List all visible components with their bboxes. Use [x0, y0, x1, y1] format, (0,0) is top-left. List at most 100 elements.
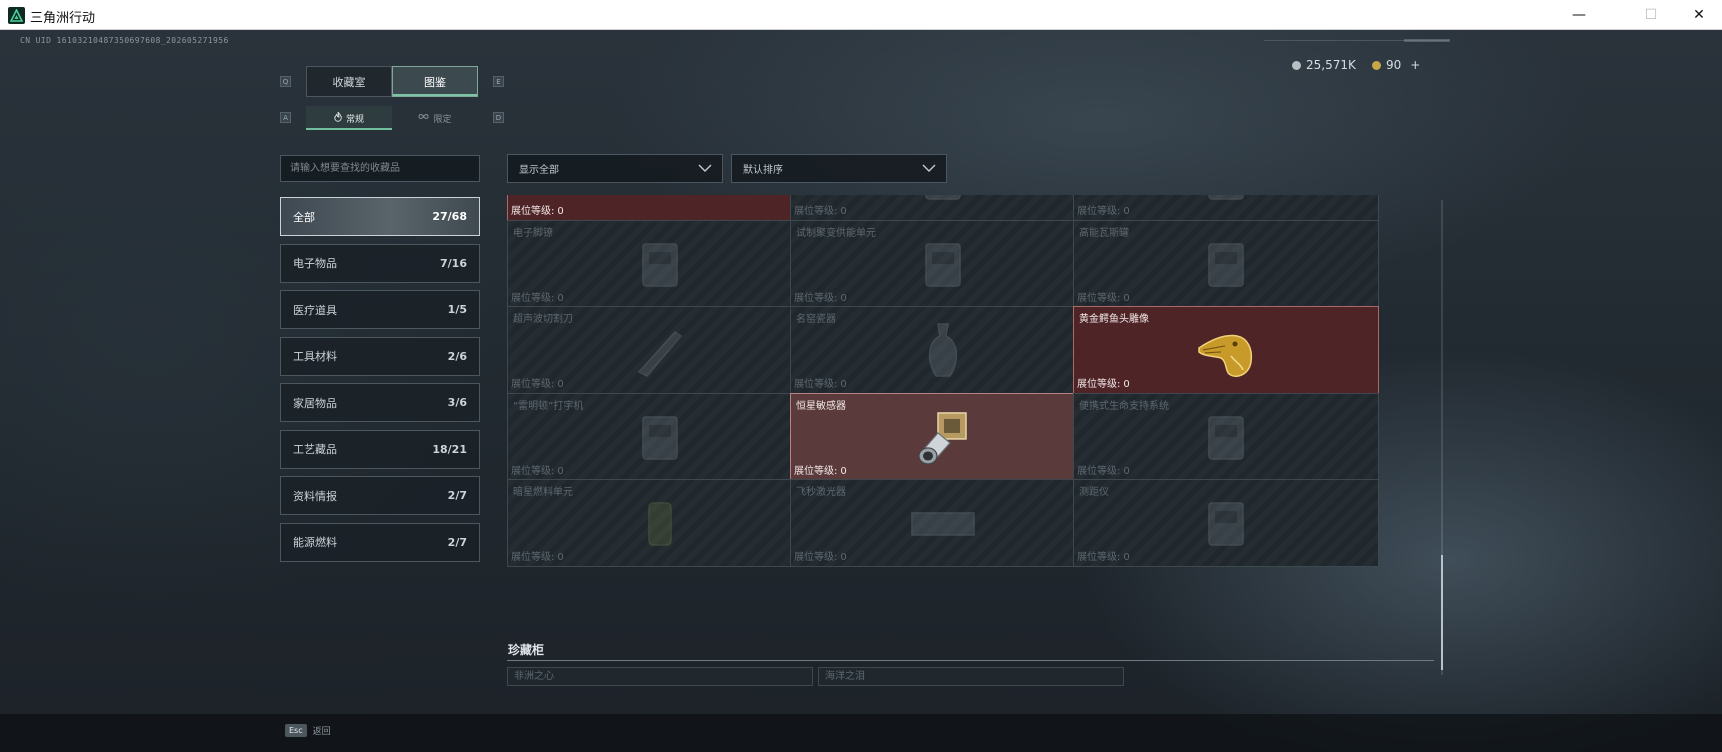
level-value: 0	[1123, 206, 1130, 217]
cabinet-item[interactable]: 非洲之心	[507, 667, 813, 686]
level-value: 0	[1123, 465, 1130, 477]
gold-crocodile-icon	[1191, 316, 1261, 390]
collection-item-card[interactable]: 便携式生命支持系统 展位等级: 0	[1073, 392, 1379, 481]
cabinet-item[interactable]: 海洋之泪	[818, 667, 1124, 686]
fuel-cell-icon	[625, 489, 695, 563]
close-button[interactable]: ✕	[1676, 0, 1722, 30]
typewriter-icon	[625, 402, 695, 476]
back-button[interactable]: Esc 返回	[285, 724, 331, 737]
filter-show-dropdown[interactable]: 显示全部	[507, 154, 723, 183]
porcelain-vase-icon	[908, 316, 978, 390]
collection-item-card[interactable]: 试制聚变供能单元 展位等级: 0	[790, 219, 1096, 308]
window-titlebar: 三角洲行动 — ☐ ✕	[0, 0, 1722, 30]
back-label: 返回	[312, 727, 331, 737]
tab-catalog[interactable]: 图鉴	[392, 66, 478, 97]
level-label: 展位等级:	[794, 465, 838, 477]
collection-item-card[interactable]: 展位等级: 0	[790, 195, 1096, 221]
gold-amount: 90	[1386, 58, 1402, 72]
category-count: 7/16	[440, 256, 467, 270]
app-logo-icon	[8, 7, 25, 24]
bottom-bar	[0, 714, 1722, 752]
tab-key-e: E	[493, 76, 504, 87]
device-icon	[1191, 195, 1261, 217]
subtab-regular[interactable]: 常规	[306, 106, 392, 130]
collection-item-card[interactable]: 暗星燃料单元 展位等级: 0	[507, 479, 813, 567]
category-item[interactable]: 能源燃料 2/7	[280, 522, 480, 562]
silver-coin-icon	[1292, 60, 1301, 70]
fusion-unit-icon	[908, 229, 978, 303]
item-name: 飞秒激光器	[796, 487, 846, 498]
subtab-limited[interactable]: 限定	[392, 106, 478, 130]
subtab-regular-label: 常规	[345, 114, 364, 125]
category-item[interactable]: 资料情报 2/7	[280, 476, 480, 515]
collection-item-card[interactable]: 测距仪 展位等级: 0	[1073, 479, 1379, 567]
category-label: 医疗道具	[293, 303, 337, 317]
collection-item-card[interactable]: 展位等级: 0	[1073, 195, 1379, 221]
gold-currency[interactable]: 90 +	[1372, 58, 1420, 72]
collection-item-card[interactable]: “雷明顿”打字机 展位等级: 0	[507, 392, 813, 481]
ultrasonic-knife-icon	[625, 316, 695, 390]
level-label: 展位等级:	[511, 465, 555, 477]
collection-item-card[interactable]: 黄金鳄鱼头雕像 展位等级: 0	[1073, 306, 1379, 394]
category-count: 2/7	[447, 535, 467, 549]
level-label: 展位等级:	[1077, 465, 1121, 477]
level-label: 展位等级:	[511, 292, 555, 304]
collection-item-card[interactable]: 飞秒激光器展位等级: 0	[790, 479, 1096, 567]
category-item[interactable]: 工具材料 2/6	[280, 336, 480, 376]
category-item[interactable]: 医疗道具 1/5	[280, 290, 480, 329]
sort-dropdown[interactable]: 默认排序	[731, 154, 947, 183]
rangefinder-icon	[1191, 489, 1261, 563]
item-level: 展位等级: 0	[794, 289, 847, 304]
item-name: 高能瓦斯罐	[1079, 227, 1129, 239]
flame-icon	[334, 110, 342, 125]
item-name: 电子脚镣	[513, 227, 553, 239]
item-level: 展位等级: 0	[511, 462, 564, 477]
category-count: 18/21	[432, 442, 467, 456]
item-level: 展位等级: 0	[794, 548, 847, 563]
collection-item-card[interactable]: 电子脚镣 展位等级: 0	[507, 219, 813, 308]
level-value: 0	[557, 379, 564, 390]
collection-item-card[interactable]: 高能瓦斯罐展位等级: 0	[1073, 219, 1379, 308]
minimize-button[interactable]: —	[1556, 0, 1602, 30]
collection-item-card[interactable]: 名窑瓷器 展位等级: 0	[790, 306, 1096, 394]
item-level: 展位等级: 0	[511, 375, 564, 390]
item-level: 展位等级: 0	[794, 375, 847, 390]
category-label: 资料情报	[293, 489, 337, 503]
infinity-icon	[418, 113, 429, 123]
category-label: 能源燃料	[293, 536, 337, 549]
category-item[interactable]: 工艺藏品 18/21	[280, 429, 480, 469]
subtab-key-a: A	[280, 112, 291, 123]
search-input[interactable]	[280, 155, 480, 182]
collection-item-card[interactable]: 超声波切割刀 展位等级: 0	[507, 306, 813, 394]
item-level: 展位等级: 0	[1077, 289, 1130, 304]
device-icon	[908, 195, 978, 217]
category-item[interactable]: 电子物品 7/16	[280, 243, 480, 283]
level-label: 展位等级:	[794, 292, 838, 304]
category-item[interactable]: 全部 27/68	[280, 197, 480, 236]
collection-item-card[interactable]: 恒星敏感器 展位等级: 0	[790, 392, 1096, 481]
gas-canister-icon	[1191, 229, 1261, 303]
level-value: 0	[557, 206, 564, 217]
star-sensor-icon	[908, 402, 978, 476]
maximize-button[interactable]: ☐	[1628, 0, 1674, 30]
level-value: 0	[1123, 379, 1130, 390]
collection-item-card[interactable]: 展位等级: 0	[507, 195, 813, 221]
add-currency-button[interactable]: +	[1410, 58, 1420, 72]
cabinet-section-title: 珍藏柜	[508, 643, 545, 657]
category-item[interactable]: 家居物品 3/6	[280, 383, 480, 422]
scrollbar-thumb[interactable]	[1441, 555, 1443, 670]
item-level: 展位等级: 0	[1077, 462, 1130, 477]
item-level: 展位等级: 0	[1077, 202, 1130, 217]
silver-amount: 25,571K	[1306, 58, 1356, 72]
chevron-down-icon	[922, 164, 936, 172]
category-count: 2/7	[447, 489, 467, 502]
level-value: 0	[557, 552, 564, 563]
gold-coin-icon	[1372, 60, 1381, 70]
tab-key-q: Q	[280, 76, 291, 87]
item-level: 展位等级: 0	[1077, 375, 1130, 390]
category-label: 工具材料	[293, 350, 337, 363]
ankle-monitor-icon	[625, 229, 695, 303]
tab-collection-room[interactable]: 收藏室	[306, 66, 392, 97]
circuit-chip-icon	[625, 195, 695, 217]
level-label: 展位等级:	[1077, 206, 1121, 217]
